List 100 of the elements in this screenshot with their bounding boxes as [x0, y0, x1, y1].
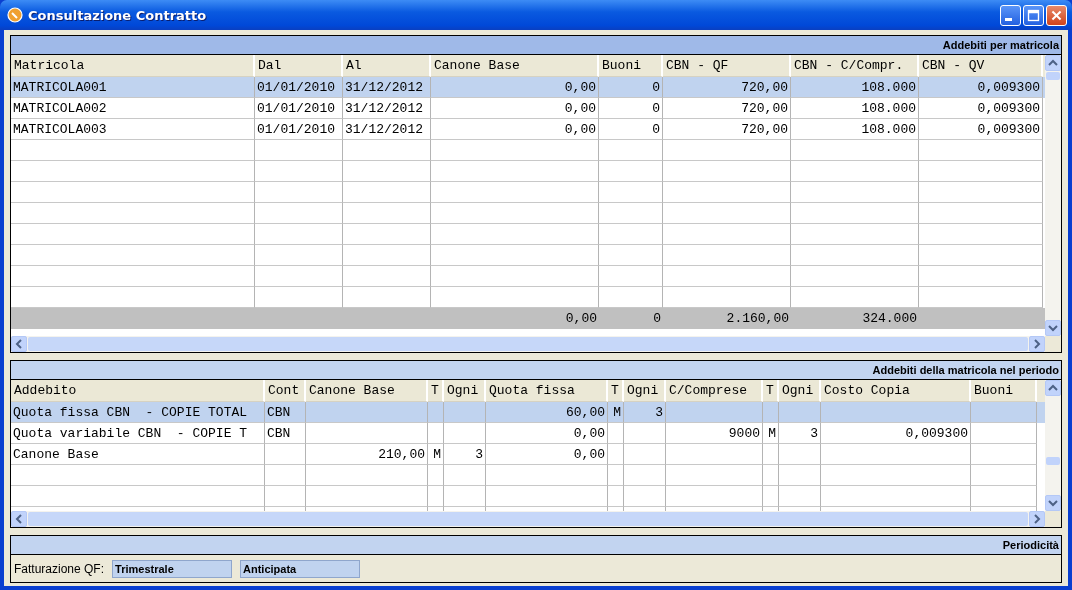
- scroll-right-button[interactable]: [1029, 511, 1045, 527]
- scroll-thumb[interactable]: [1046, 72, 1060, 80]
- empty-cell: [599, 245, 663, 266]
- table-cell: 3: [475, 446, 483, 462]
- scroll-left-button[interactable]: [11, 336, 27, 352]
- app-icon: [7, 7, 23, 23]
- empty-cell: [624, 486, 666, 507]
- column-header[interactable]: Buoni: [599, 55, 663, 77]
- maximize-button[interactable]: [1023, 4, 1044, 26]
- table-cell: Quota fissa CBN - COPIE TOTAL: [13, 404, 248, 420]
- table-cell: 210,00: [378, 446, 425, 462]
- table-cell: 01/01/2010: [257, 100, 335, 116]
- caret-up-icon: [1048, 384, 1058, 392]
- table-cell: 31/12/2012: [345, 79, 423, 95]
- empty-cell: [599, 182, 663, 203]
- empty-cell: [608, 444, 624, 465]
- empty-cell: [599, 140, 663, 161]
- column-header[interactable]: Quota fissa: [486, 380, 608, 402]
- column-header[interactable]: Ogni: [624, 380, 666, 402]
- table-cell: MATRICOLA001: [13, 79, 107, 95]
- table-cell: 0: [652, 121, 660, 137]
- empty-cell: [971, 486, 1037, 507]
- horizontal-scrollbar[interactable]: [11, 511, 1045, 527]
- scroll-right-button[interactable]: [1029, 336, 1045, 352]
- table-cell: 720,00: [741, 100, 788, 116]
- table-cell: 0,00: [573, 425, 605, 441]
- empty-cell: [444, 486, 486, 507]
- empty-cell: [779, 444, 821, 465]
- column-header[interactable]: Addebito: [11, 380, 265, 402]
- column-header[interactable]: Ogni: [779, 380, 821, 402]
- empty-cell: [608, 465, 624, 486]
- table-cell: MATRICOLA003: [13, 121, 107, 137]
- horizontal-scrollbar[interactable]: [11, 336, 1045, 352]
- column-header[interactable]: Buoni: [971, 380, 1037, 402]
- table-cell: 720,00: [741, 79, 788, 95]
- column-header[interactable]: CBN - C/Compr.: [791, 55, 919, 77]
- column-header[interactable]: Dal: [255, 55, 343, 77]
- column-header[interactable]: CBN - QV: [919, 55, 1043, 77]
- vertical-scrollbar[interactable]: [1045, 380, 1061, 511]
- table-row[interactable]: MATRICOLA002 01/01/2010 31/12/2012 0,00 0 720,00 108.000 0,009300: [11, 98, 1045, 119]
- table-cell: 0,00: [573, 446, 605, 462]
- empty-cell: [763, 465, 779, 486]
- table-row[interactable]: MATRICOLA001 01/01/2010 31/12/2012 0,00 0 720,00 108.000 0,009300: [11, 77, 1045, 98]
- total-cell: 324.000: [862, 311, 917, 326]
- caret-right-icon: [1033, 339, 1041, 349]
- empty-cell: [265, 444, 306, 465]
- table-cell: 0,00: [564, 79, 596, 95]
- empty-cell: [265, 465, 306, 486]
- scroll-left-button[interactable]: [11, 511, 27, 527]
- empty-cell: [624, 423, 666, 444]
- empty-cell: [608, 486, 624, 507]
- column-header[interactable]: CBN - QF: [663, 55, 791, 77]
- table-cell: 720,00: [741, 121, 788, 137]
- column-header[interactable]: T: [608, 380, 624, 402]
- column-header[interactable]: Al: [343, 55, 431, 77]
- column-header[interactable]: Costo Copia: [821, 380, 971, 402]
- table-row[interactable]: Canone Base 210,00 M 3 0,00: [11, 444, 1045, 465]
- column-header[interactable]: T: [763, 380, 779, 402]
- scroll-thumb[interactable]: [28, 512, 1028, 526]
- scroll-up-button[interactable]: [1045, 380, 1061, 396]
- input-field[interactable]: Anticipata: [240, 559, 361, 578]
- field-label: Fatturazione QF:: [14, 561, 105, 576]
- table-row[interactable]: Quota variabile CBN - COPIE T CBN 0,00 9000 M 3 0,009300: [11, 423, 1045, 444]
- table-row[interactable]: Quota fissa CBN - COPIE TOTAL CBN 60,00 M 3: [11, 402, 1045, 423]
- column-header[interactable]: Matricola: [11, 55, 255, 77]
- table-cell: 3: [810, 425, 818, 441]
- empty-cell: [599, 161, 663, 182]
- table-cell: 01/01/2010: [257, 121, 335, 137]
- column-header[interactable]: Ogni: [444, 380, 486, 402]
- caret-left-icon: [15, 514, 23, 524]
- scroll-up-button[interactable]: [1045, 55, 1061, 71]
- empty-cell: [779, 465, 821, 486]
- table-cell: 108.000: [861, 79, 916, 95]
- caret-left-icon: [15, 339, 23, 349]
- table-cell: 0: [652, 79, 660, 95]
- column-header[interactable]: Canone Base: [431, 55, 599, 77]
- scroll-thumb[interactable]: [28, 337, 1028, 351]
- panel-title: Addebiti per matricola: [942, 39, 1059, 51]
- minimize-icon: [1005, 17, 1012, 21]
- caret-right-icon: [1033, 514, 1041, 524]
- panel-title: Addebiti della matricola nel periodo: [872, 364, 1059, 376]
- table-cell: 0,009300: [905, 425, 968, 441]
- column-header[interactable]: Cont: [265, 380, 306, 402]
- table-row[interactable]: MATRICOLA003 01/01/2010 31/12/2012 0,00 0 720,00 108.000 0,009300: [11, 119, 1045, 140]
- input-field[interactable]: Trimestrale: [112, 559, 233, 578]
- column-header[interactable]: Canone Base: [306, 380, 428, 402]
- scroll-down-button[interactable]: [1045, 495, 1061, 511]
- empty-cell: [971, 465, 1037, 486]
- column-header[interactable]: C/Comprese: [666, 380, 763, 402]
- table-cell: 31/12/2012: [345, 121, 423, 137]
- close-button[interactable]: [1046, 4, 1067, 26]
- column-header[interactable]: T: [428, 380, 444, 402]
- table-cell: 108.000: [861, 121, 916, 137]
- scroll-thumb[interactable]: [1046, 457, 1060, 465]
- caret-down-icon: [1048, 499, 1058, 507]
- scroll-down-button[interactable]: [1045, 320, 1061, 336]
- table-cell: 108.000: [861, 100, 916, 116]
- empty-cell: [599, 224, 663, 245]
- vertical-scrollbar[interactable]: [1045, 55, 1061, 336]
- minimize-button[interactable]: [1000, 4, 1021, 26]
